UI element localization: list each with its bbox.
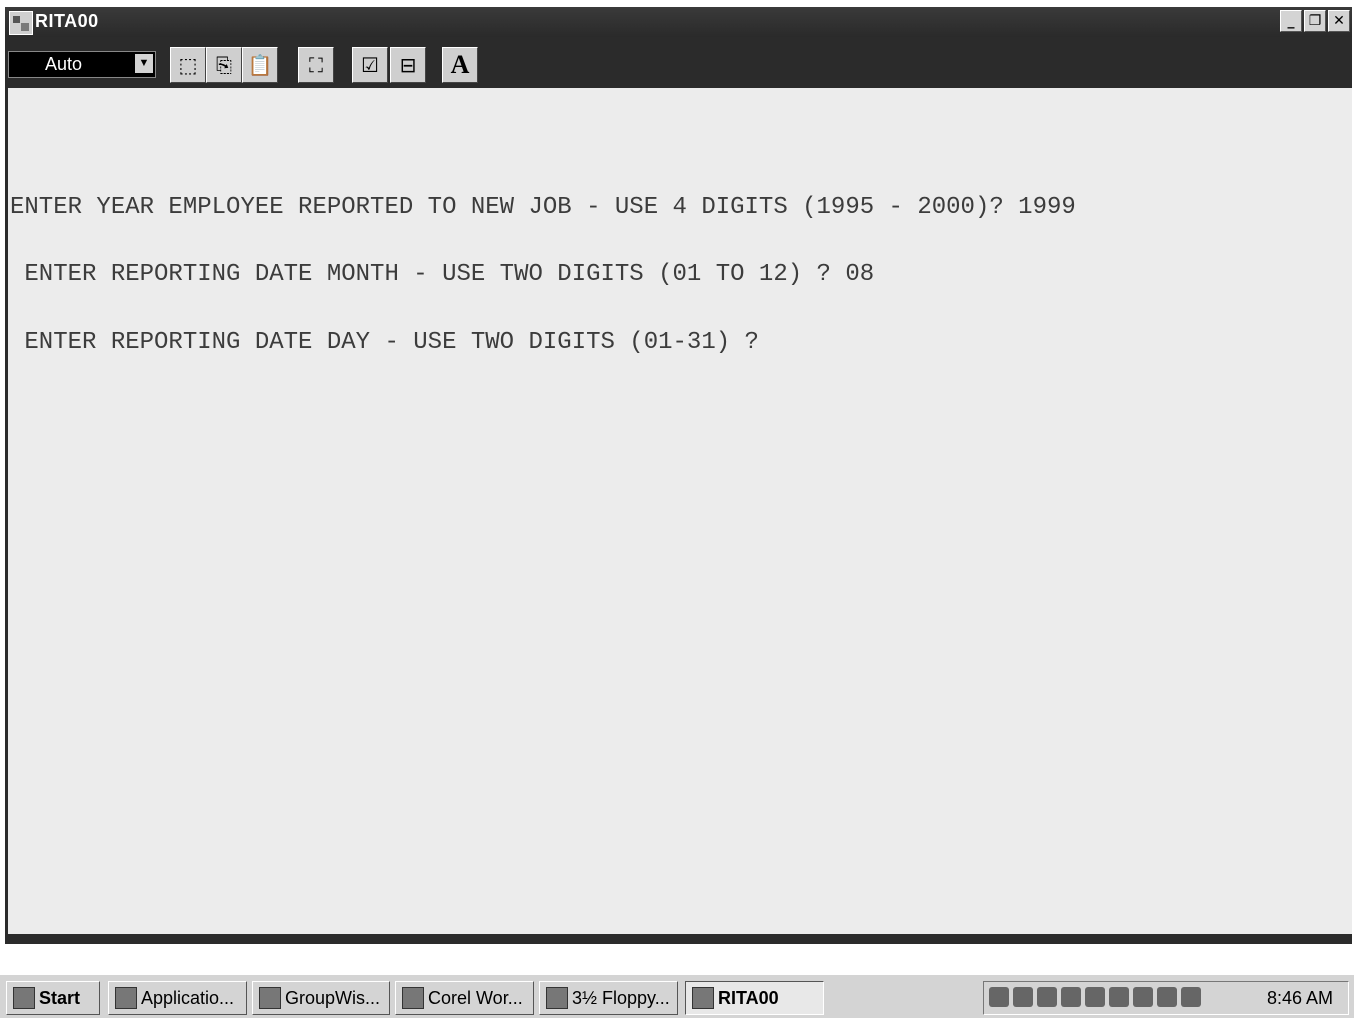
netware-icon[interactable] bbox=[1037, 987, 1057, 1007]
minimize-button[interactable]: _ bbox=[1280, 10, 1302, 32]
taskbar-item-corel[interactable]: Corel Wor... bbox=[395, 981, 534, 1015]
paste-button[interactable]: 📋 bbox=[242, 47, 278, 83]
background-icon: ⊟ bbox=[399, 53, 417, 77]
dos-icon bbox=[692, 986, 714, 1009]
taskbar-item-label: GroupWis... bbox=[285, 988, 381, 1008]
taskbar-item-label: Corel Wor... bbox=[428, 988, 523, 1008]
system-tray: 8:46 AM bbox=[983, 981, 1349, 1015]
floppy-icon bbox=[546, 986, 568, 1009]
title-bar[interactable]: RITA00 _ ❐ ✕ bbox=[5, 7, 1352, 37]
font-icon: A bbox=[450, 50, 470, 79]
start-button[interactable]: Start bbox=[6, 981, 100, 1015]
antivirus-icon[interactable] bbox=[989, 987, 1009, 1007]
window-controls: _ ❐ ✕ bbox=[1280, 10, 1350, 32]
copy-icon: ⎘ bbox=[216, 53, 232, 77]
console-output[interactable]: ENTER YEAR EMPLOYEE REPORTED TO NEW JOB … bbox=[8, 88, 1352, 934]
dos-icon[interactable] bbox=[9, 11, 33, 35]
console-window: RITA00 _ ❐ ✕ Auto ▼ ⬚ ⎘ 📋 ⛶ ☑ ⊟ A ENTER … bbox=[5, 7, 1352, 944]
toolbar: Auto ▼ ⬚ ⎘ 📋 ⛶ ☑ ⊟ A bbox=[5, 40, 1352, 88]
taskbar-item-label: 3½ Floppy... bbox=[572, 988, 670, 1008]
chat-icon[interactable] bbox=[1157, 987, 1177, 1007]
console-line: ENTER REPORTING DATE DAY - USE TWO DIGIT… bbox=[10, 329, 759, 356]
window-title: RITA00 bbox=[35, 11, 99, 31]
copy-button[interactable]: ⎘ bbox=[206, 47, 242, 83]
taskbar-item-application[interactable]: Applicatio... bbox=[108, 981, 247, 1015]
font-size-select[interactable]: Auto ▼ bbox=[8, 51, 156, 78]
console-line: ENTER REPORTING DATE MONTH - USE TWO DIG… bbox=[10, 261, 875, 288]
taskbar-item-label: Applicatio... bbox=[141, 988, 235, 1008]
paste-icon: 📋 bbox=[247, 53, 273, 77]
corel-icon bbox=[402, 986, 424, 1009]
volume-icon[interactable] bbox=[1085, 987, 1105, 1007]
search-icon[interactable] bbox=[1109, 987, 1129, 1007]
background-button[interactable]: ⊟ bbox=[390, 47, 426, 83]
restore-button[interactable]: ❐ bbox=[1304, 10, 1326, 32]
chevron-down-icon[interactable]: ▼ bbox=[135, 54, 153, 73]
close-button[interactable]: ✕ bbox=[1328, 10, 1350, 32]
fullscreen-icon: ⛶ bbox=[309, 53, 323, 77]
taskbar-item-floppy[interactable]: 3½ Floppy... bbox=[539, 981, 678, 1015]
fullscreen-button[interactable]: ⛶ bbox=[298, 47, 334, 83]
console-line: ENTER YEAR EMPLOYEE REPORTED TO NEW JOB … bbox=[10, 194, 1076, 221]
mark-button[interactable]: ⬚ bbox=[170, 47, 206, 83]
mark-icon: ⬚ bbox=[178, 53, 198, 77]
user-icon[interactable] bbox=[1133, 987, 1153, 1007]
start-label: Start bbox=[39, 988, 81, 1008]
groupwise-icon bbox=[259, 986, 281, 1009]
properties-icon: ☑ bbox=[361, 53, 379, 77]
taskbar-item-rita00[interactable]: RITA00 bbox=[685, 981, 824, 1015]
tray-icons bbox=[989, 987, 1201, 1007]
taskbar: Start Applicatio... GroupWis... Corel Wo… bbox=[0, 974, 1354, 1018]
font-size-value: Auto bbox=[45, 54, 83, 74]
font-button[interactable]: A bbox=[442, 47, 478, 83]
mail-icon[interactable] bbox=[1013, 987, 1033, 1007]
scheduler-icon[interactable] bbox=[1181, 987, 1201, 1007]
windows-logo-icon bbox=[13, 986, 35, 1009]
network-icon[interactable] bbox=[1061, 987, 1081, 1007]
clock[interactable]: 8:46 AM bbox=[1267, 982, 1333, 1014]
taskbar-item-label: RITA00 bbox=[718, 988, 779, 1008]
taskbar-item-groupwise[interactable]: GroupWis... bbox=[252, 981, 390, 1015]
application-icon bbox=[115, 986, 137, 1009]
properties-button[interactable]: ☑ bbox=[352, 47, 388, 83]
